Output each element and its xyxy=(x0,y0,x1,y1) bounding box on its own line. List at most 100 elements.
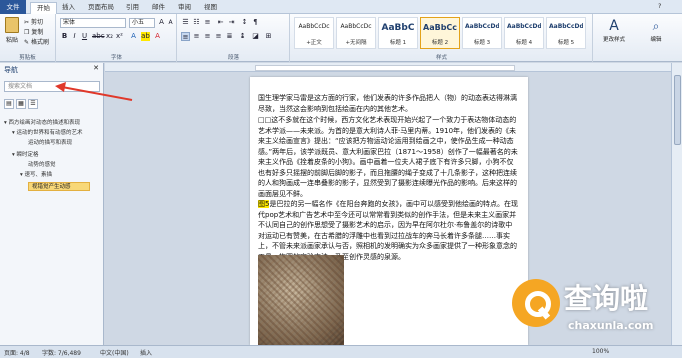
insert-mode[interactable]: 插入 xyxy=(140,348,152,357)
language[interactable]: 中文(中国) xyxy=(100,348,129,357)
tab-page-layout[interactable]: 页面布局 xyxy=(82,2,120,14)
text-effects-icon[interactable]: A xyxy=(129,32,138,41)
results-view-icon[interactable]: ☰ xyxy=(28,99,38,109)
cut-button[interactable]: ✂ 剪切 xyxy=(24,17,43,26)
font-name-select[interactable]: 宋体 xyxy=(60,18,126,28)
shading-icon[interactable]: ◪ xyxy=(251,32,260,41)
copy-button[interactable]: ❐ 复制 xyxy=(24,27,43,36)
borders-icon[interactable]: ⊞ xyxy=(264,32,273,41)
numbering-icon[interactable]: ☷ xyxy=(192,18,201,27)
copy-label: 复制 xyxy=(31,29,44,36)
tab-review[interactable]: 审阅 xyxy=(172,2,197,14)
increase-indent-icon[interactable]: ⇥ xyxy=(227,18,236,27)
ruler-track xyxy=(255,65,515,71)
underline-icon[interactable]: U xyxy=(80,32,89,41)
style-sample: AaBbCcDd xyxy=(507,23,541,30)
style-sample: AaBbCcDd xyxy=(549,23,583,30)
nav-heading-item-selected[interactable]: 视错觉产生动感 xyxy=(28,182,90,191)
change-styles-button[interactable]: A 更改样式 xyxy=(598,17,630,51)
tab-insert[interactable]: 插入 xyxy=(56,2,81,14)
style-heading-1[interactable]: AaBbC 标题 1 xyxy=(378,17,418,49)
tab-view[interactable]: 视图 xyxy=(198,2,223,14)
format-painter-button[interactable]: ✎ 格式刷 xyxy=(24,37,49,46)
strikethrough-icon[interactable]: abc xyxy=(92,32,105,41)
style-heading-3[interactable]: AaBbCcDd 标题 3 xyxy=(462,17,502,49)
bullets-icon[interactable]: ☰ xyxy=(181,18,190,27)
style-heading-5[interactable]: AaBbCcDd 标题 5 xyxy=(546,17,586,49)
paragraph-1: 国生理学家马雷是这方面的行家，他们发表的许多作品把人（物）的动态表达得淋漓尽致，… xyxy=(258,94,517,113)
show-marks-icon[interactable]: ¶ xyxy=(251,18,260,27)
scroll-thumb[interactable] xyxy=(674,75,681,145)
painting-image[interactable] xyxy=(258,255,344,345)
nav-heading-item[interactable]: ▾ 西方绘画对动态的描述和表现 xyxy=(4,119,102,128)
paragraph-group-label: 段落 xyxy=(227,55,239,61)
line-spacing-icon[interactable]: ↨ xyxy=(238,32,247,41)
close-icon[interactable]: ✕ xyxy=(93,64,99,72)
align-center-icon[interactable]: ≡ xyxy=(192,32,201,41)
font-color-icon[interactable]: A xyxy=(153,32,162,41)
magnifier-logo-icon xyxy=(512,279,560,327)
nav-item-label: 动势的感觉 xyxy=(28,162,56,168)
change-styles-label: 更改样式 xyxy=(602,37,625,43)
nav-heading-item[interactable]: ▾ 瞬时定格 xyxy=(12,151,102,160)
status-bar: 页面: 4/8 字数: 7/6,489 中文(中国) 插入 100% xyxy=(0,345,682,358)
style-normal[interactable]: AaBbCcDc +正文 xyxy=(294,17,334,49)
headings-view-icon[interactable]: ▤ xyxy=(4,99,14,109)
paste-icon xyxy=(5,17,19,33)
highlight-icon[interactable]: ab xyxy=(141,32,150,41)
subscript-icon[interactable]: x₂ xyxy=(105,32,114,41)
zoom-level[interactable]: 100% xyxy=(592,348,609,355)
nav-heading-item[interactable]: 动势的感觉 xyxy=(28,161,102,170)
binoculars-icon: ⌕ xyxy=(652,19,660,33)
paragraph-3: 图5是巴拉的另一幅名作《在阳台奔跑的女孩》，画中可以感受到他绘画的特点。在现代p… xyxy=(258,199,518,262)
help-icon[interactable]: ? xyxy=(652,1,667,13)
justify-icon[interactable]: ≡ xyxy=(214,32,223,41)
nav-search-input[interactable]: 搜索文档 xyxy=(4,81,100,92)
horizontal-ruler[interactable] xyxy=(105,63,671,72)
sort-icon[interactable]: ↕ xyxy=(240,18,249,27)
tab-mailings[interactable]: 邮件 xyxy=(146,2,171,14)
align-right-icon[interactable]: ≡ xyxy=(203,32,212,41)
decrease-indent-icon[interactable]: ⇤ xyxy=(216,18,225,27)
superscript-icon[interactable]: x² xyxy=(115,32,124,41)
style-heading-4[interactable]: AaBbCcDd 标题 4 xyxy=(504,17,544,49)
style-name: 标题 2 xyxy=(431,40,449,46)
style-name: 标题 4 xyxy=(515,40,533,46)
word-count[interactable]: 字数: 7/6,489 xyxy=(42,348,81,357)
tab-file[interactable]: 文件 xyxy=(0,0,26,14)
clipboard-group-label: 剪贴板 xyxy=(19,55,36,61)
pages-view-icon[interactable]: ▦ xyxy=(16,99,26,109)
page-count[interactable]: 页面: 4/8 xyxy=(4,348,30,357)
shrink-font-icon[interactable]: A xyxy=(166,18,175,27)
tab-home[interactable]: 开始 xyxy=(30,2,57,14)
nav-item-label: 西方绘画对动态的描述和表现 xyxy=(8,120,81,126)
change-styles-icon: A xyxy=(609,18,619,34)
grow-font-icon[interactable]: A xyxy=(157,18,166,27)
nav-item-label: 速写、素描 xyxy=(24,172,53,178)
document-page[interactable]: 国生理学家马雷是这方面的行家，他们发表的许多作品把人（物）的动态表达得淋漓尽致，… xyxy=(250,77,528,345)
italic-icon[interactable]: I xyxy=(70,32,79,41)
scissors-icon: ✂ xyxy=(24,19,30,26)
paste-button[interactable]: 粘贴 xyxy=(3,17,21,47)
watermark: 查询啦 chaxunla.com xyxy=(512,273,678,343)
multilevel-list-icon[interactable]: ≡ xyxy=(203,18,212,27)
distribute-icon[interactable]: ≣ xyxy=(225,32,234,41)
brush-icon: ✎ xyxy=(24,39,30,46)
watermark-url: chaxunla.com xyxy=(568,319,654,332)
style-sample: AaBbCcDc xyxy=(340,23,372,30)
tab-references[interactable]: 引用 xyxy=(120,2,145,14)
nav-heading-item[interactable]: 运动的描写和表现 xyxy=(28,139,102,148)
paragraph-group: ☰ ☷ ≡ ⇤ ⇥ ↕ ¶ ≡ ≡ ≡ ≡ ≣ ↨ ◪ ⊞ 段落 xyxy=(178,14,290,62)
nav-heading-item[interactable]: ▾ 运动的世界和有动感的艺术 xyxy=(12,129,102,138)
style-heading-2[interactable]: AaBbCc 标题 2 xyxy=(420,17,460,49)
font-size-select[interactable]: 小五 xyxy=(129,18,155,28)
nav-heading-item[interactable]: ▾ 速写、素描 xyxy=(20,171,102,180)
nav-item-label: 视错觉产生动感 xyxy=(32,184,71,190)
nav-item-label: 运动的世界和有动感的艺术 xyxy=(16,130,83,136)
bold-icon[interactable]: B xyxy=(60,32,69,41)
align-left-icon[interactable]: ≡ xyxy=(181,32,190,41)
editing-button[interactable]: ⌕ 编辑 xyxy=(636,17,676,51)
nav-item-label: 瞬时定格 xyxy=(16,152,39,158)
style-no-spacing[interactable]: AaBbCcDc +无间隔 xyxy=(336,17,376,49)
style-name: +正文 xyxy=(306,40,322,46)
